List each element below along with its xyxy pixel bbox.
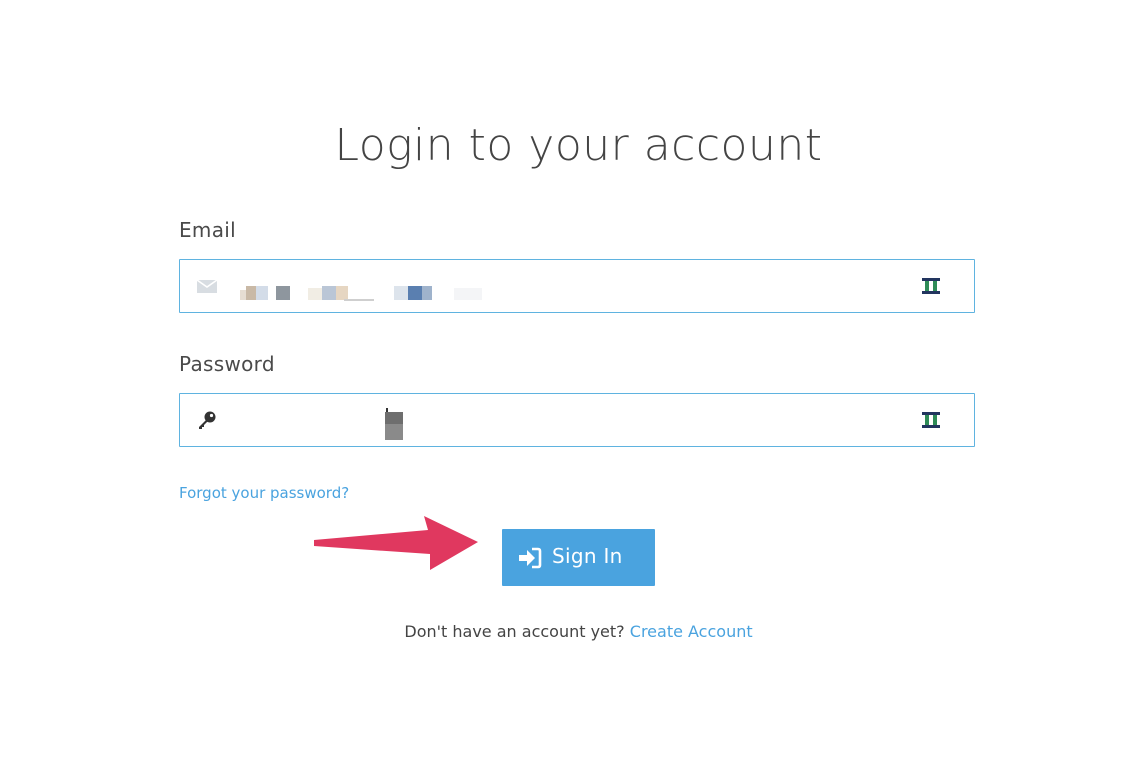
email-value-obscured — [240, 286, 482, 301]
key-icon — [199, 411, 216, 429]
email-label: Email — [179, 218, 236, 242]
arrow-annotation — [314, 516, 478, 570]
create-account-text: Don't have an account yet? — [404, 622, 625, 641]
email-field[interactable] — [179, 259, 975, 313]
forgot-password-link[interactable]: Forgot your password? — [179, 484, 349, 502]
password-label: Password — [179, 352, 275, 376]
sign-in-label: Sign In — [552, 544, 623, 568]
sign-in-icon — [519, 547, 542, 569]
envelope-icon — [196, 279, 218, 293]
create-account-prompt: Don't have an account yet? Create Accoun… — [0, 622, 1125, 641]
page-title: Login to your account — [334, 120, 823, 171]
create-account-link[interactable]: Create Account — [630, 622, 753, 641]
login-page: Login to your account Email Password For… — [0, 0, 1125, 765]
password-manager-icon[interactable] — [920, 410, 942, 430]
password-field[interactable] — [179, 393, 975, 447]
password-manager-icon[interactable] — [920, 276, 942, 296]
sign-in-button[interactable]: Sign In — [502, 529, 655, 586]
password-value-obscured — [385, 408, 403, 440]
